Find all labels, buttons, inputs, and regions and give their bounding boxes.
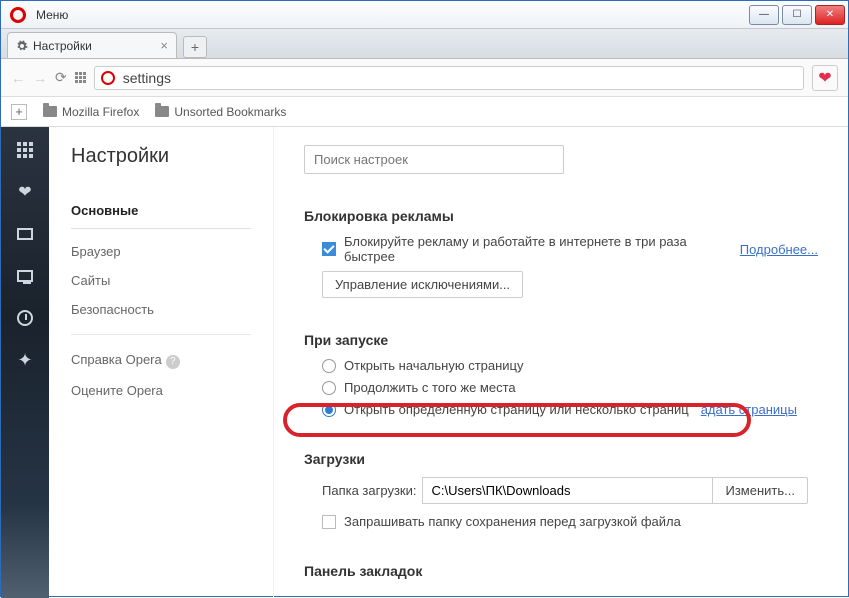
nav-security[interactable]: Безопасность bbox=[71, 295, 251, 324]
rail-history[interactable] bbox=[15, 309, 35, 327]
speed-dial-icon[interactable] bbox=[75, 72, 86, 83]
bookmark-folder[interactable]: Mozilla Firefox bbox=[43, 105, 139, 119]
rail-extensions[interactable]: ✦ bbox=[15, 351, 35, 369]
nav-browser[interactable]: Браузер bbox=[71, 237, 251, 266]
tab-strip: Настройки × + bbox=[1, 29, 848, 59]
startup-opt-specific: Открыть определенную страницу или нескол… bbox=[344, 402, 689, 417]
settings-sidebar: Настройки Основные Браузер Сайты Безопас… bbox=[49, 127, 274, 598]
clock-icon bbox=[17, 310, 33, 326]
adblock-checkbox[interactable] bbox=[322, 242, 336, 256]
screen-icon bbox=[17, 270, 33, 282]
settings-content: Блокировка рекламы Блокируйте рекламу и … bbox=[274, 127, 848, 598]
help-icon: ? bbox=[166, 355, 180, 369]
rail-speed-dial[interactable] bbox=[15, 141, 35, 159]
tab-label: Настройки bbox=[33, 39, 92, 53]
nav-sites[interactable]: Сайты bbox=[71, 266, 251, 295]
news-icon bbox=[17, 228, 33, 240]
ask-folder-checkbox[interactable] bbox=[322, 515, 336, 529]
set-pages-link[interactable]: адать страницы bbox=[701, 402, 797, 417]
section-startup-heading: При запуске bbox=[304, 332, 818, 348]
bookmark-label: Mozilla Firefox bbox=[62, 105, 139, 119]
adblock-checkbox-label: Блокируйте рекламу и работайте в интерне… bbox=[344, 234, 732, 264]
nav-rate[interactable]: Оцените Opera bbox=[71, 376, 251, 405]
add-bookmark-button[interactable]: + bbox=[11, 104, 27, 120]
close-button[interactable]: ✕ bbox=[815, 5, 845, 25]
nav-help-label: Справка Opera bbox=[71, 352, 162, 367]
section-bookmarks-panel-heading: Панель закладок bbox=[304, 563, 818, 579]
section-downloads-heading: Загрузки bbox=[304, 451, 818, 467]
window-controls: — ☐ ✕ bbox=[749, 5, 848, 25]
nav-separator bbox=[71, 334, 251, 335]
folder-icon bbox=[43, 106, 57, 117]
address-field-wrap[interactable] bbox=[94, 66, 804, 90]
opera-badge-icon bbox=[101, 71, 115, 85]
forward-button[interactable]: → bbox=[33, 70, 47, 86]
download-folder-label: Папка загрузки: bbox=[322, 483, 416, 498]
gear-icon bbox=[16, 40, 28, 52]
startup-opt-continue: Продолжить с того же места bbox=[344, 380, 516, 395]
bookmark-label: Unsorted Bookmarks bbox=[174, 105, 286, 119]
adblock-more-link[interactable]: Подробнее... bbox=[740, 242, 818, 257]
manage-exceptions-button[interactable]: Управление исключениями... bbox=[322, 271, 523, 298]
opera-menu-button[interactable] bbox=[6, 3, 30, 27]
bookmarks-bar: + Mozilla Firefox Unsorted Bookmarks bbox=[1, 97, 848, 127]
nav-help[interactable]: Справка Opera? bbox=[71, 345, 251, 376]
settings-title: Настройки bbox=[71, 145, 251, 168]
minimize-button[interactable]: — bbox=[749, 5, 779, 25]
change-folder-button[interactable]: Изменить... bbox=[712, 477, 807, 504]
tab-close-icon[interactable]: × bbox=[160, 38, 168, 53]
ask-folder-label: Запрашивать папку сохранения перед загру… bbox=[344, 514, 681, 529]
menu-label[interactable]: Меню bbox=[36, 8, 68, 22]
bookmark-heart-button[interactable]: ❤ bbox=[812, 65, 838, 91]
startup-opt-home: Открыть начальную страницу bbox=[344, 358, 524, 373]
maximize-button[interactable]: ☐ bbox=[782, 5, 812, 25]
vertical-rail: ❤ ✦ bbox=[1, 127, 49, 598]
bookmark-folder[interactable]: Unsorted Bookmarks bbox=[155, 105, 286, 119]
opera-logo-icon bbox=[10, 7, 26, 23]
reload-button[interactable]: ⟳ bbox=[55, 69, 67, 86]
startup-radio-specific[interactable] bbox=[322, 403, 336, 417]
tab-settings[interactable]: Настройки × bbox=[7, 32, 177, 58]
rail-tabs[interactable] bbox=[15, 267, 35, 285]
folder-icon bbox=[155, 106, 169, 117]
startup-radio-continue[interactable] bbox=[322, 381, 336, 395]
settings-search-input[interactable] bbox=[304, 145, 564, 174]
back-button[interactable]: ← bbox=[11, 70, 25, 86]
download-folder-input[interactable] bbox=[422, 477, 712, 504]
rail-news[interactable] bbox=[15, 225, 35, 243]
rail-bookmarks[interactable]: ❤ bbox=[15, 183, 35, 201]
window-titlebar: Меню — ☐ ✕ bbox=[1, 1, 848, 29]
address-bar: ← → ⟳ ❤ bbox=[1, 59, 848, 97]
nav-basic[interactable]: Основные bbox=[71, 196, 251, 229]
new-tab-button[interactable]: + bbox=[183, 36, 207, 58]
startup-radio-home[interactable] bbox=[322, 359, 336, 373]
section-adblock-heading: Блокировка рекламы bbox=[304, 208, 818, 224]
address-input[interactable] bbox=[123, 70, 797, 86]
